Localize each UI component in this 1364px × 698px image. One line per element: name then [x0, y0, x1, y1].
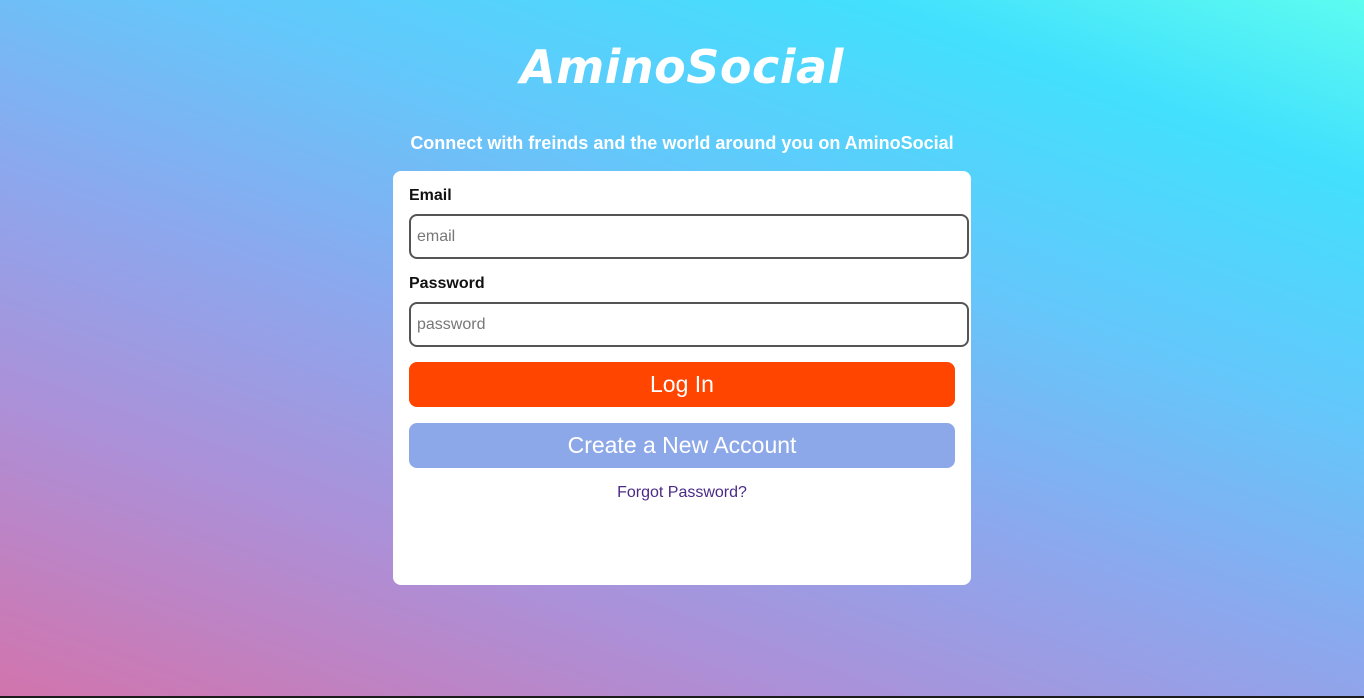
- email-label: Email: [409, 187, 452, 204]
- brand-logo-title: AminoSocial: [520, 40, 844, 94]
- login-card: Email Password Log In Create a New Accou…: [393, 171, 971, 585]
- password-input[interactable]: [409, 302, 969, 347]
- login-button[interactable]: Log In: [409, 362, 955, 407]
- forgot-password-link[interactable]: Forgot Password?: [393, 484, 971, 502]
- email-input[interactable]: [409, 214, 969, 259]
- brand-tagline: Connect with freinds and the world aroun…: [410, 133, 954, 153]
- password-label: Password: [409, 275, 485, 292]
- create-account-button[interactable]: Create a New Account: [409, 423, 955, 468]
